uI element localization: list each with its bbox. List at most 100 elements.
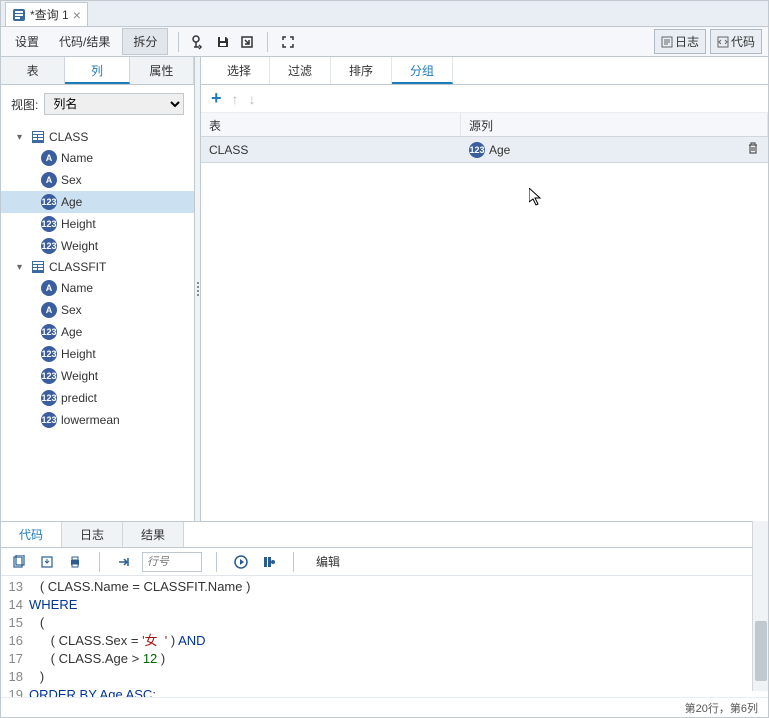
numeric-badge-icon: 123 [41, 346, 57, 362]
tree-column-node[interactable]: AName [1, 147, 194, 169]
export-icon[interactable] [237, 32, 257, 52]
grid-header-source: 源列 [461, 113, 768, 136]
bottom-panel: 代码 日志 结果 编辑 13 ( CLASS.Name = CLASSFIT.N… [1, 521, 768, 716]
tree-column-node[interactable]: 123Age [1, 321, 194, 343]
document-tab-bar: *查询 1 × [1, 1, 768, 27]
right-panel: 选择 过滤 排序 分组 + ↑ ↓ 表 源列 CLASS 123 Age [201, 57, 768, 521]
divider [99, 552, 100, 572]
numeric-badge-icon: 123 [41, 216, 57, 232]
code-line: 15 ( [1, 614, 768, 632]
settings-button[interactable]: 设置 [7, 29, 47, 54]
run-icon[interactable] [189, 32, 209, 52]
sub-tabs: 选择 过滤 排序 分组 [201, 57, 768, 85]
action-row: + ↑ ↓ [201, 85, 768, 113]
document-tab[interactable]: *查询 1 × [5, 2, 88, 26]
delete-row-button[interactable] [738, 137, 768, 162]
split-button[interactable]: 拆分 [122, 28, 168, 55]
line-number-input[interactable] [142, 552, 202, 572]
code-line: 17 ( CLASS.Age > 12 ) [1, 650, 768, 668]
code-result-button[interactable]: 代码/结果 [51, 29, 118, 54]
scrollbar[interactable] [752, 521, 768, 691]
move-up-button[interactable]: ↑ [232, 91, 239, 107]
char-badge-icon: A [41, 280, 57, 296]
bottom-tabs: 代码 日志 结果 [1, 522, 768, 548]
goto-icon[interactable] [114, 552, 134, 572]
code-line: 14WHERE [1, 596, 768, 614]
table-icon [31, 260, 45, 274]
caret-icon: ▾ [17, 262, 27, 273]
main-area: 表 列 属性 视图: 列名 ▾CLASSANameASex123Age123He… [1, 57, 768, 521]
numeric-badge-icon: 123 [41, 238, 57, 254]
move-down-button[interactable]: ↓ [249, 91, 256, 107]
tree-column-node[interactable]: 123lowermean [1, 409, 194, 431]
grid-header: 表 源列 [201, 113, 768, 137]
export-code-icon[interactable] [37, 552, 57, 572]
tab-attr[interactable]: 属性 [130, 57, 194, 84]
divider [216, 552, 217, 572]
code-button[interactable]: 代码 [710, 29, 762, 54]
add-button[interactable]: + [211, 88, 222, 109]
code-editor[interactable]: 13 ( CLASS.Name = CLASSFIT.Name )14WHERE… [1, 576, 768, 716]
tree-table-node[interactable]: ▾CLASSFIT [1, 257, 194, 277]
numeric-badge-icon: 123 [41, 412, 57, 428]
tab-column[interactable]: 列 [65, 57, 129, 84]
grid-row[interactable]: CLASS 123 Age [201, 137, 768, 163]
left-tabs: 表 列 属性 [1, 57, 194, 85]
close-tab-icon[interactable]: × [73, 7, 81, 23]
edit-button[interactable]: 编辑 [308, 549, 348, 574]
tree-column-node[interactable]: 123Height [1, 213, 194, 235]
subtab-sort[interactable]: 排序 [331, 57, 392, 84]
copy-icon[interactable] [9, 552, 29, 572]
code-line: 18 ) [1, 668, 768, 686]
subtab-filter[interactable]: 过滤 [270, 57, 331, 84]
caret-icon: ▾ [17, 132, 27, 143]
grid-cell-source: 123 Age [461, 138, 738, 162]
numeric-badge-icon: 123 [469, 142, 485, 158]
bottom-tab-code[interactable]: 代码 [1, 522, 62, 547]
tree-column-node[interactable]: 123Age [1, 191, 194, 213]
bottom-tab-log[interactable]: 日志 [62, 522, 123, 547]
log-icon [661, 36, 673, 48]
tree-column-node[interactable]: ASex [1, 299, 194, 321]
save-icon[interactable] [213, 32, 233, 52]
tree-column-node[interactable]: 123Height [1, 343, 194, 365]
code-line: 16 ( CLASS.Sex = '女 ' ) AND [1, 632, 768, 650]
print-icon[interactable] [65, 552, 85, 572]
bottom-tab-result[interactable]: 结果 [123, 522, 184, 547]
code-toolbar: 编辑 [1, 548, 768, 576]
numeric-badge-icon: 123 [41, 194, 57, 210]
divider [267, 32, 268, 52]
char-badge-icon: A [41, 172, 57, 188]
tab-table[interactable]: 表 [1, 57, 65, 84]
code-line: 13 ( CLASS.Name = CLASSFIT.Name ) [1, 578, 768, 596]
tree-table-node[interactable]: ▾CLASS [1, 127, 194, 147]
divider [293, 552, 294, 572]
tree-column-node[interactable]: AName [1, 277, 194, 299]
tree-column-node[interactable]: 123Weight [1, 365, 194, 387]
tree-column-node[interactable]: ASex [1, 169, 194, 191]
fullscreen-icon[interactable] [278, 32, 298, 52]
status-bar: 第20行，第6列 [1, 697, 768, 717]
play-icon[interactable] [231, 552, 251, 572]
log-button[interactable]: 日志 [654, 29, 706, 54]
subtab-group[interactable]: 分组 [392, 57, 453, 84]
char-badge-icon: A [41, 150, 57, 166]
table-icon [31, 130, 45, 144]
view-label: 视图: [11, 96, 38, 113]
view-select[interactable]: 列名 [44, 93, 184, 115]
view-row: 视图: 列名 [1, 85, 194, 123]
main-toolbar: 设置 代码/结果 拆分 日志 代码 [1, 27, 768, 57]
query-icon [12, 8, 26, 22]
trash-icon [746, 141, 760, 155]
column-tree: ▾CLASSANameASex123Age123Height123Weight▾… [1, 123, 194, 521]
subtab-select[interactable]: 选择 [209, 57, 270, 84]
tree-column-node[interactable]: 123predict [1, 387, 194, 409]
doc-tab-title: *查询 1 [30, 6, 69, 23]
numeric-badge-icon: 123 [41, 324, 57, 340]
tree-column-node[interactable]: 123Weight [1, 235, 194, 257]
left-panel: 表 列 属性 视图: 列名 ▾CLASSANameASex123Age123He… [1, 57, 195, 521]
grid-cell-table: CLASS [201, 139, 461, 161]
format-icon[interactable] [259, 552, 279, 572]
numeric-badge-icon: 123 [41, 368, 57, 384]
grid-header-table: 表 [201, 113, 461, 136]
